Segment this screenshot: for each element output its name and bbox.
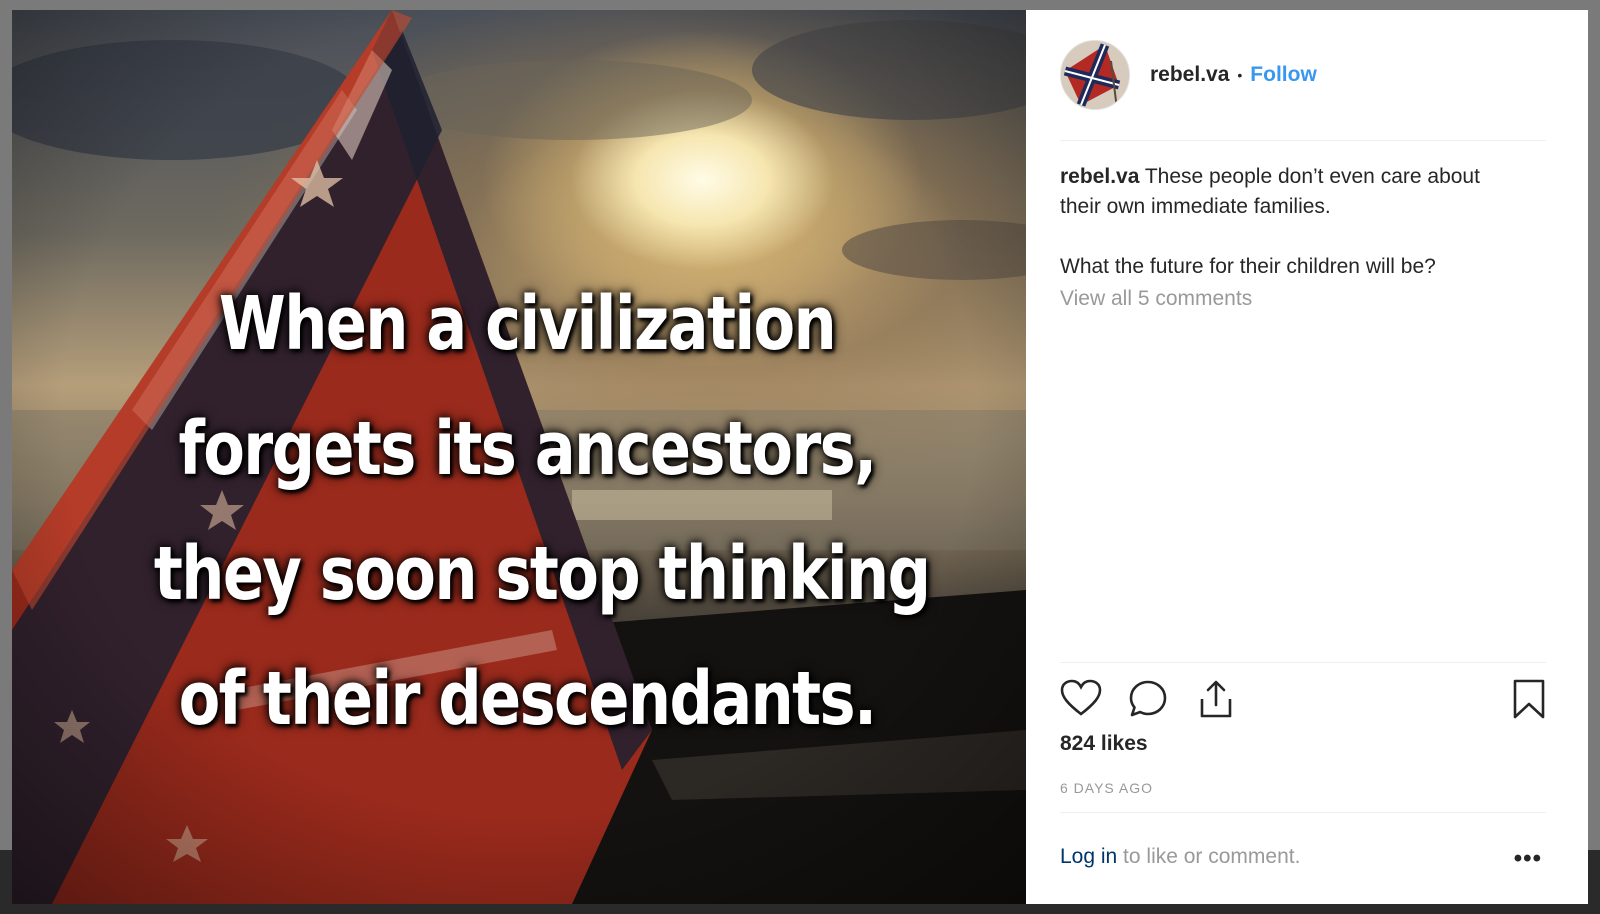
view-comments-link[interactable]: View all 5 comments <box>1060 284 1520 314</box>
quote-line: When a civilization <box>218 281 837 367</box>
login-link[interactable]: Log in <box>1060 845 1117 868</box>
caption-text-second: What the future for their children will … <box>1060 255 1436 278</box>
post-image[interactable]: When a civilization forgets its ancestor… <box>12 10 1026 904</box>
post-header: rebel.va • Follow <box>1060 40 1546 141</box>
quote-line: of their descendants. <box>178 656 877 742</box>
image-quote-text: When a civilization forgets its ancestor… <box>153 262 931 762</box>
like-count[interactable]: 824 likes <box>1060 732 1148 756</box>
quote-line: forgets its ancestors, <box>178 406 878 492</box>
header-user-line: rebel.va • Follow <box>1150 63 1317 87</box>
more-options-icon[interactable]: ••• <box>1514 845 1542 873</box>
heart-icon[interactable] <box>1060 679 1102 722</box>
quote-line: they soon stop thinking <box>153 531 931 617</box>
action-bar <box>1060 662 1546 735</box>
comment-icon[interactable] <box>1128 679 1168 724</box>
caption-username[interactable]: rebel.va <box>1060 165 1139 188</box>
bookmark-icon[interactable] <box>1512 679 1546 724</box>
login-prompt-text: to like or comment. <box>1117 845 1301 868</box>
login-footer: Log in to like or comment. ••• <box>1060 812 1546 905</box>
post-side-panel: rebel.va • Follow rebel.va These people … <box>1026 10 1588 904</box>
avatar[interactable] <box>1060 40 1130 110</box>
follow-button[interactable]: Follow <box>1250 63 1317 87</box>
header-username[interactable]: rebel.va <box>1150 63 1229 87</box>
avatar-image <box>1061 41 1129 109</box>
post-modal: When a civilization forgets its ancestor… <box>12 10 1588 904</box>
post-timestamp[interactable]: 6 DAYS AGO <box>1060 780 1153 796</box>
share-icon[interactable] <box>1196 679 1236 724</box>
post-caption: rebel.va These people don’t even care ab… <box>1060 162 1520 314</box>
login-prompt: Log in to like or comment. <box>1060 845 1300 869</box>
separator-dot: • <box>1237 67 1243 83</box>
